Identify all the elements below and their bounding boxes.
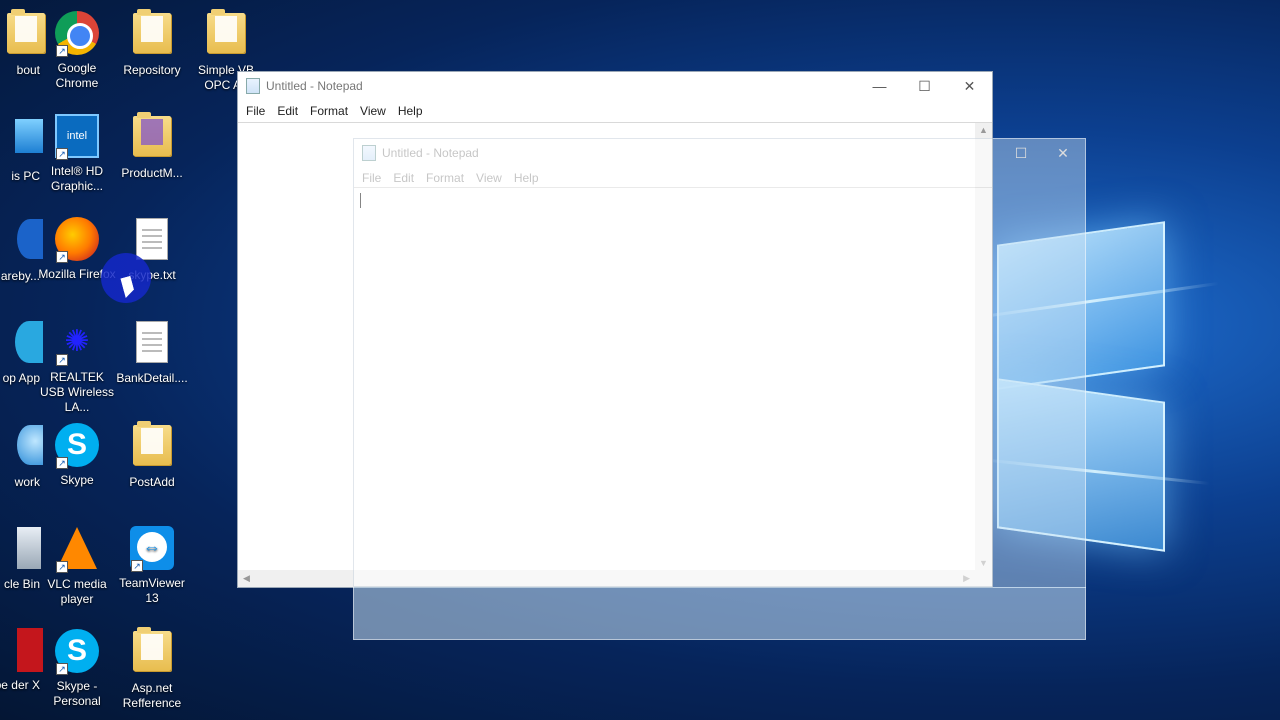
desktop-icon-google-chrome[interactable]: ↗ Google Chrome xyxy=(37,10,117,91)
notepad-window-ghost: Untitled - Notepad File Edit Format View… xyxy=(353,138,993,587)
window-title: Untitled - Notepad xyxy=(266,79,363,93)
icon-label: PostAdd xyxy=(129,475,175,489)
ghost-window-controls: ☐ ✕ xyxy=(1000,139,1085,167)
desktop-icon-network[interactable]: work xyxy=(0,422,43,490)
icon-label: areby... xyxy=(0,269,40,283)
icon-label: ProductM... xyxy=(121,166,183,180)
shortcut-arrow-icon: ↗ xyxy=(56,45,68,57)
scroll-left-icon[interactable]: ◀ xyxy=(243,573,250,584)
minimize-button[interactable]: — xyxy=(857,72,902,100)
icon-label: Repository xyxy=(123,63,181,77)
menu-edit[interactable]: Edit xyxy=(271,104,304,118)
desktop-icon-malwarebytes[interactable]: areby... xyxy=(0,216,43,284)
notepad-icon xyxy=(246,78,260,94)
desktop-icon-vlc[interactable]: ↗ VLC media player xyxy=(37,525,117,607)
icon-label: Google Chrome xyxy=(55,61,99,90)
desktop-icon-realtek-wireless[interactable]: ✺ ↗ REALTEK USB Wireless LA... xyxy=(37,319,117,415)
menu-bar: File Edit Format View Help xyxy=(238,100,992,122)
notepad-icon xyxy=(362,145,376,161)
scroll-up-icon[interactable]: ▲ xyxy=(979,125,988,135)
menu-file[interactable]: File xyxy=(240,104,271,118)
intel-graphics-icon: intel ↗ xyxy=(54,114,100,160)
menu-view[interactable]: View xyxy=(354,104,392,118)
folder-icon xyxy=(0,9,45,59)
desktop-icon-bankdetail[interactable]: BankDetail.... xyxy=(112,319,192,386)
shortcut-arrow-icon: ↗ xyxy=(56,663,68,675)
desktop-icon-freelancer[interactable]: lancer op App xyxy=(0,319,43,386)
icon-label: Intel® HD Graphic... xyxy=(50,164,104,193)
ghost-menu-file: File xyxy=(362,171,382,185)
desktop-icon-repository[interactable]: Repository xyxy=(112,9,192,78)
ghost-window-edge xyxy=(353,587,1086,640)
desktop-icon-intel-graphics[interactable]: intel ↗ Intel® HD Graphic... xyxy=(37,113,117,194)
firefox-icon: ↗ xyxy=(54,217,100,263)
menu-format[interactable]: Format xyxy=(304,104,354,118)
desktop-icon-skype[interactable]: S ↗ Skype xyxy=(37,422,117,488)
shortcut-arrow-icon: ↗ xyxy=(56,457,68,469)
icon-label: BankDetail.... xyxy=(116,371,188,385)
skype-icon: S ↗ xyxy=(54,629,100,675)
icon-label: is PC xyxy=(11,169,40,183)
ghost-menu-view: View xyxy=(476,171,502,185)
menu-help[interactable]: Help xyxy=(392,104,429,118)
icon-label: work xyxy=(14,475,40,489)
malwarebytes-icon xyxy=(0,219,43,265)
recycle-bin-icon xyxy=(0,527,41,573)
adobe-reader-icon xyxy=(0,628,43,674)
desktop-icon-skype-personal[interactable]: S ↗ Skype - Personal xyxy=(37,628,117,709)
ghost-menu-bar: File Edit Format View Help xyxy=(354,167,992,189)
icon-label: Skype - Personal xyxy=(53,679,101,708)
computer-icon xyxy=(0,119,43,165)
text-file-icon xyxy=(129,321,175,367)
icon-label: obe der X xyxy=(0,678,40,692)
icon-label: bout xyxy=(16,63,40,77)
shortcut-arrow-icon: ↗ xyxy=(56,148,68,160)
ghost-menu-help: Help xyxy=(513,171,539,185)
wireless-icon: ✺ ↗ xyxy=(54,320,100,366)
visual-studio-folder-icon xyxy=(129,112,175,162)
ghost-window-title: Untitled - Notepad xyxy=(382,146,479,160)
icon-label: lancer op App xyxy=(0,371,40,385)
ghost-menu-edit: Edit xyxy=(393,171,415,185)
icon-label: VLC media player xyxy=(47,577,107,606)
ghost-text-editor xyxy=(354,187,992,586)
icon-label: Skype xyxy=(60,473,94,487)
desktop-icon-adobe-reader[interactable]: obe der X xyxy=(0,628,43,693)
icon-label: cle Bin xyxy=(3,577,40,591)
network-icon xyxy=(0,425,43,471)
maximize-button[interactable]: ☐ xyxy=(902,72,947,100)
desktop-icon-this-pc[interactable]: is PC xyxy=(0,113,43,184)
shortcut-arrow-icon: ↗ xyxy=(56,561,68,573)
folder-icon xyxy=(129,421,175,471)
shortcut-arrow-icon: ↗ xyxy=(131,560,143,572)
folder-icon xyxy=(129,9,175,59)
desktop-icon-teamviewer[interactable]: ↗ TeamViewer 13 xyxy=(112,525,192,606)
chrome-icon: ↗ xyxy=(54,11,100,57)
title-bar[interactable]: Untitled - Notepad — ☐ ✕ xyxy=(238,72,992,100)
ghost-maximize-button: ☐ xyxy=(1014,144,1028,161)
desktop-icon-postadd[interactable]: PostAdd xyxy=(112,421,192,490)
ghost-window-edge xyxy=(993,138,1086,588)
ghost-title-bar: Untitled - Notepad xyxy=(354,139,1087,167)
icon-label: TeamViewer 13 xyxy=(119,576,185,605)
desktop-icon-about[interactable]: bout xyxy=(0,9,45,78)
folder-icon xyxy=(129,627,175,677)
freelancer-icon xyxy=(0,321,43,367)
text-caret xyxy=(360,193,361,208)
ghost-close-button: ✕ xyxy=(1057,144,1069,161)
shortcut-arrow-icon: ↗ xyxy=(56,251,68,263)
desktop-icon-productm[interactable]: ProductM... xyxy=(112,112,192,181)
vlc-cone-icon: ↗ xyxy=(54,527,100,573)
shortcut-arrow-icon: ↗ xyxy=(56,354,68,366)
teamviewer-icon: ↗ xyxy=(129,526,175,572)
skype-icon: S ↗ xyxy=(54,423,100,469)
folder-icon xyxy=(203,9,249,59)
icon-label: Asp.net Refference xyxy=(122,681,182,710)
close-button[interactable]: ✕ xyxy=(947,72,992,100)
desktop-icon-aspnet-refference[interactable]: Asp.net Refference xyxy=(112,627,192,711)
icon-label: REALTEK USB Wireless LA... xyxy=(39,370,114,414)
ghost-menu-format: Format xyxy=(426,171,465,185)
desktop-icon-recycle-bin[interactable]: cle Bin xyxy=(0,525,41,592)
